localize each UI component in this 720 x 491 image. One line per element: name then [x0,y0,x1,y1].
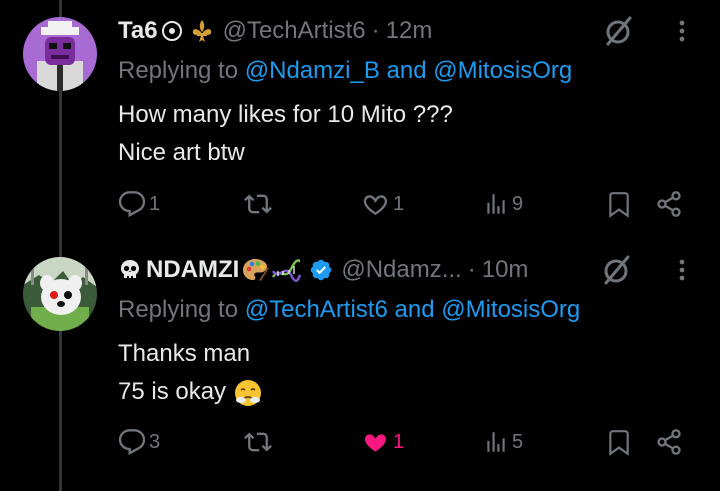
mention-link[interactable]: @TechArtist6 [245,296,388,323]
views-button[interactable]: 9 [483,184,523,224]
timestamp[interactable]: 10m [482,256,529,284]
share-button[interactable] [655,422,683,462]
repost-icon [244,194,272,214]
post-text: Thanks man 75 is okay [118,335,263,411]
verified-icon [311,259,332,281]
post-text: How many likes for 10 Mito ??? Nice art … [118,96,453,172]
views-button[interactable]: 5 [483,422,523,462]
repost-button[interactable] [244,422,275,462]
mention-link[interactable]: @MitosisOrg [441,296,580,323]
fleur-de-lis-icon [192,20,211,42]
post-text-line: Nice art btw [118,139,245,166]
like-button[interactable]: 1 [362,184,404,224]
reply-icon [118,191,146,218]
circle-dot-icon [161,21,182,41]
avatar[interactable] [23,257,97,331]
share-icon [657,191,681,217]
conversation-thread: Ta6 @TechArtist6 · 12m Replying to @Ndam… [0,0,720,491]
avatar[interactable] [23,17,97,91]
replying-prefix: Replying to [118,57,245,84]
reply-count: 3 [149,430,161,453]
reply-button[interactable]: 3 [118,422,160,462]
palette-icon [243,259,270,281]
action-bar: 1 1 9 [0,184,720,224]
user-handle[interactable]: @Ndamz... [341,256,461,284]
post-header: Ta6 @TechArtist6 · 12m [118,14,432,48]
skull-icon [121,260,139,278]
display-name[interactable]: Ta6 [118,17,158,45]
heart-icon [364,434,386,452]
views-count: 9 [512,192,524,215]
views-count: 5 [512,430,524,453]
like-count: 1 [393,192,405,215]
replying-prefix: Replying to [118,296,245,323]
repost-button[interactable] [244,184,275,224]
post-text-line: 75 is okay [118,378,227,405]
bookmark-button[interactable] [606,184,632,224]
separator-dot: · [371,17,380,44]
post-text-line: Thanks man [118,340,251,367]
dna-icon [272,259,302,283]
replying-to: Replying to @TechArtist6 and @MitosisOrg [118,296,580,324]
views-icon [487,194,505,214]
more-icon[interactable] [673,16,691,46]
bookmark-icon [609,192,629,218]
display-name[interactable]: NDAMZI [146,256,239,284]
post-text-line: How many likes for 10 Mito ??? [118,101,453,128]
replying-and[interactable]: and [388,296,441,323]
mention-link[interactable]: @Ndamzi_B [245,57,380,84]
reply-count: 1 [149,192,161,215]
post-text-line-with-emoji: 75 is okay [118,373,263,411]
reply-icon [118,429,146,456]
reply-post[interactable]: Ta6 @TechArtist6 · 12m Replying to @Ndam… [0,0,720,240]
repost-icon [244,432,272,452]
bookmark-button[interactable] [606,422,632,462]
steam-nose-emoji [234,379,261,406]
like-count: 1 [393,430,405,453]
grok-icon[interactable] [600,253,634,287]
replying-and[interactable]: and [380,57,433,84]
reply-button[interactable]: 1 [118,184,160,224]
action-bar: 3 1 5 [0,422,720,462]
mention-link[interactable]: @MitosisOrg [433,57,572,84]
user-handle[interactable]: @TechArtist6 [223,17,366,45]
bookmark-icon [609,430,629,456]
like-button[interactable]: 1 [362,422,404,462]
views-icon [487,432,505,452]
heart-icon [363,195,388,216]
more-icon[interactable] [673,255,691,285]
post-header: NDAMZI @Ndamz... · 10m [118,253,528,287]
reply-post[interactable]: NDAMZI @Ndamz... · 10m Replying to @Tech… [0,240,720,491]
replying-to: Replying to @Ndamzi_B and @MitosisOrg [118,57,572,85]
share-button[interactable] [655,184,683,224]
timestamp[interactable]: 12m [386,17,433,45]
separator-dot: · [467,256,476,283]
grok-icon[interactable] [602,14,636,48]
share-icon [657,429,681,455]
